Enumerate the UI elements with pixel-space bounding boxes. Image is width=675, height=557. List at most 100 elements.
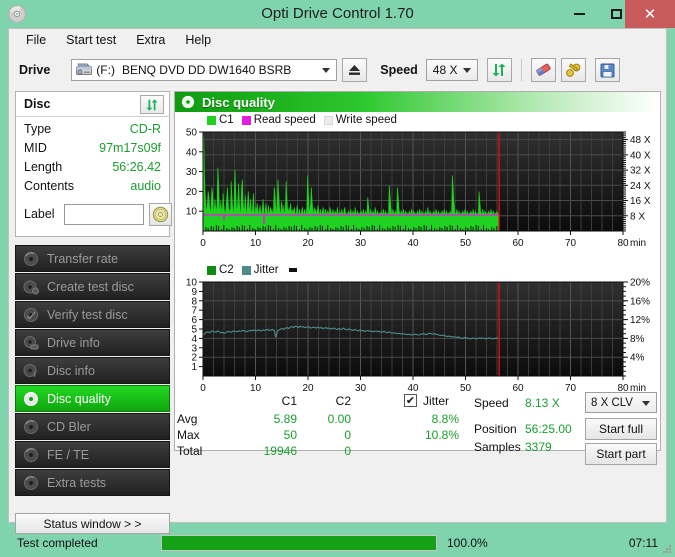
legend-item-c2: C2 bbox=[207, 264, 234, 276]
legend-label-write-speed: Write speed bbox=[336, 114, 397, 126]
legend-item-jitter: Jitter bbox=[242, 264, 279, 276]
refresh-button[interactable] bbox=[487, 58, 512, 82]
sidebar-item-disc-info[interactable]: i Disc info bbox=[15, 357, 170, 384]
menu-extra[interactable]: Extra bbox=[127, 30, 174, 50]
svg-text:9: 9 bbox=[191, 287, 197, 298]
svg-text:48 X: 48 X bbox=[630, 135, 651, 146]
disc-write-icon bbox=[23, 279, 39, 295]
stats-avg-jitter: 8.8% bbox=[403, 412, 459, 426]
pane-title: Disc quality bbox=[202, 95, 275, 110]
stats-max-c1: 50 bbox=[255, 428, 297, 442]
speed-select[interactable]: 48 X bbox=[426, 59, 478, 81]
sidebar-item-label: CD Bler bbox=[47, 420, 91, 434]
disc-check-icon bbox=[23, 307, 39, 323]
legend-swatch-jitter bbox=[242, 266, 251, 275]
status-text: Test completed bbox=[17, 536, 98, 550]
svg-text:2: 2 bbox=[191, 353, 197, 364]
sidebar-item-label: Disc info bbox=[47, 364, 95, 378]
svg-text:5: 5 bbox=[191, 325, 197, 336]
stats-speed-label: Speed bbox=[474, 396, 509, 410]
disc-type-key: Type bbox=[24, 122, 51, 136]
disc-label-cd-button[interactable] bbox=[149, 203, 172, 226]
disc-panel-header: Disc bbox=[16, 92, 169, 117]
eject-button[interactable] bbox=[342, 58, 367, 82]
disc-icon bbox=[23, 251, 39, 267]
svg-text:8 X: 8 X bbox=[630, 211, 645, 222]
sidebar-item-extra-tests[interactable]: Extra tests bbox=[15, 469, 170, 496]
svg-text:30: 30 bbox=[355, 238, 367, 249]
floppy-save-icon bbox=[600, 63, 615, 78]
start-full-button[interactable]: Start full bbox=[585, 418, 657, 440]
sidebar-item-cd-bler[interactable]: CD Bler bbox=[15, 413, 170, 440]
stats-samples-value: 3379 bbox=[525, 440, 581, 454]
svg-text:16 X: 16 X bbox=[630, 196, 651, 207]
legend-item-read-speed: Read speed bbox=[242, 114, 316, 126]
disc-label-input[interactable] bbox=[64, 204, 144, 225]
sidebar-item-create-test-disc[interactable]: Create test disc bbox=[15, 273, 170, 300]
svg-text:12%: 12% bbox=[630, 315, 650, 326]
svg-text:80: 80 bbox=[617, 238, 629, 249]
sidebar-item-verify-test-disc[interactable]: Verify test disc bbox=[15, 301, 170, 328]
cd-disc-icon bbox=[152, 206, 169, 223]
svg-text:8: 8 bbox=[191, 296, 197, 307]
drive-letter: (F:) bbox=[96, 63, 115, 77]
svg-text:60: 60 bbox=[512, 238, 524, 249]
disc-contents-value: audio bbox=[130, 179, 161, 193]
sidebar-item-label: Extra tests bbox=[47, 476, 106, 490]
stats-total-c1: 19946 bbox=[245, 444, 297, 458]
jitter-chart-legend: C2 Jitter bbox=[207, 264, 300, 276]
sidebar-item-transfer-rate[interactable]: Transfer rate bbox=[15, 245, 170, 272]
sidebar-item-drive-info[interactable]: Drive info bbox=[15, 329, 170, 356]
sidebar-item-disc-quality[interactable]: Disc quality bbox=[15, 385, 170, 412]
legend-swatch-extra bbox=[289, 268, 297, 272]
sidebar-item-fe-te[interactable]: FE / TE bbox=[15, 441, 170, 468]
menu-start-test[interactable]: Start test bbox=[57, 30, 125, 50]
close-button[interactable]: ✕ bbox=[625, 0, 675, 28]
svg-text:30: 30 bbox=[186, 167, 198, 178]
drive-toolbar: Drive (F:) BENQ DVD DD DW1640 BSRB bbox=[9, 51, 666, 89]
svg-text:20: 20 bbox=[302, 238, 314, 249]
disc-quality-icon bbox=[23, 391, 39, 407]
disc-mid-value: 97m17s09f bbox=[99, 141, 161, 155]
svg-text:10: 10 bbox=[186, 278, 198, 289]
toolbar-separator bbox=[521, 59, 522, 81]
legend-label-jitter: Jitter bbox=[254, 264, 279, 276]
legend-item-c1: C1 bbox=[207, 114, 234, 126]
tools-icon bbox=[565, 62, 582, 78]
jitter-checkbox[interactable]: ✔ bbox=[404, 394, 417, 407]
svg-text:i: i bbox=[34, 370, 36, 379]
disc-label-key: Label bbox=[24, 207, 55, 221]
drive-name: BENQ DVD DD DW1640 BSRB bbox=[122, 63, 291, 77]
chevron-down-icon bbox=[463, 68, 471, 73]
disc-row-mid: MID 97m17s09f bbox=[16, 141, 169, 159]
sidebar-item-label: Verify test disc bbox=[47, 308, 128, 322]
svg-text:6: 6 bbox=[191, 315, 197, 326]
save-button[interactable] bbox=[595, 58, 620, 82]
disc-refresh-button[interactable] bbox=[140, 95, 164, 114]
stats-max-jitter: 10.8% bbox=[403, 428, 459, 442]
c1-chart-legend: C1 Read speed Write speed bbox=[207, 114, 405, 126]
drive-select[interactable]: (F:) BENQ DVD DD DW1640 BSRB bbox=[71, 59, 337, 81]
resize-grip[interactable] bbox=[663, 543, 672, 552]
app-window: Opti Drive Control 1.70 ✕ File Start tes… bbox=[0, 0, 675, 531]
menu-file[interactable]: File bbox=[17, 30, 55, 50]
svg-text:70: 70 bbox=[565, 238, 577, 249]
svg-text:32 X: 32 X bbox=[630, 166, 651, 177]
start-part-button[interactable]: Start part bbox=[585, 443, 657, 465]
write-speed-select[interactable]: 8 X CLV bbox=[585, 392, 657, 413]
menu-bar: File Start test Extra Help bbox=[9, 29, 666, 51]
svg-text:7: 7 bbox=[191, 306, 197, 317]
svg-text:10: 10 bbox=[250, 238, 262, 249]
legend-swatch-c1 bbox=[207, 116, 216, 125]
menu-help[interactable]: Help bbox=[176, 30, 220, 50]
legend-swatch-c2 bbox=[207, 266, 216, 275]
erase-button[interactable] bbox=[531, 58, 556, 82]
speed-label: Speed bbox=[380, 63, 418, 77]
sidebar-item-label: Disc quality bbox=[47, 392, 111, 406]
disc-type-value: CD-R bbox=[130, 122, 161, 136]
eraser-icon bbox=[535, 62, 552, 78]
minimize-button[interactable] bbox=[561, 0, 598, 28]
client-area: File Start test Extra Help Drive (F:) bbox=[8, 28, 667, 523]
sidebar-item-label: FE / TE bbox=[47, 448, 89, 462]
tools-button[interactable] bbox=[561, 58, 586, 82]
